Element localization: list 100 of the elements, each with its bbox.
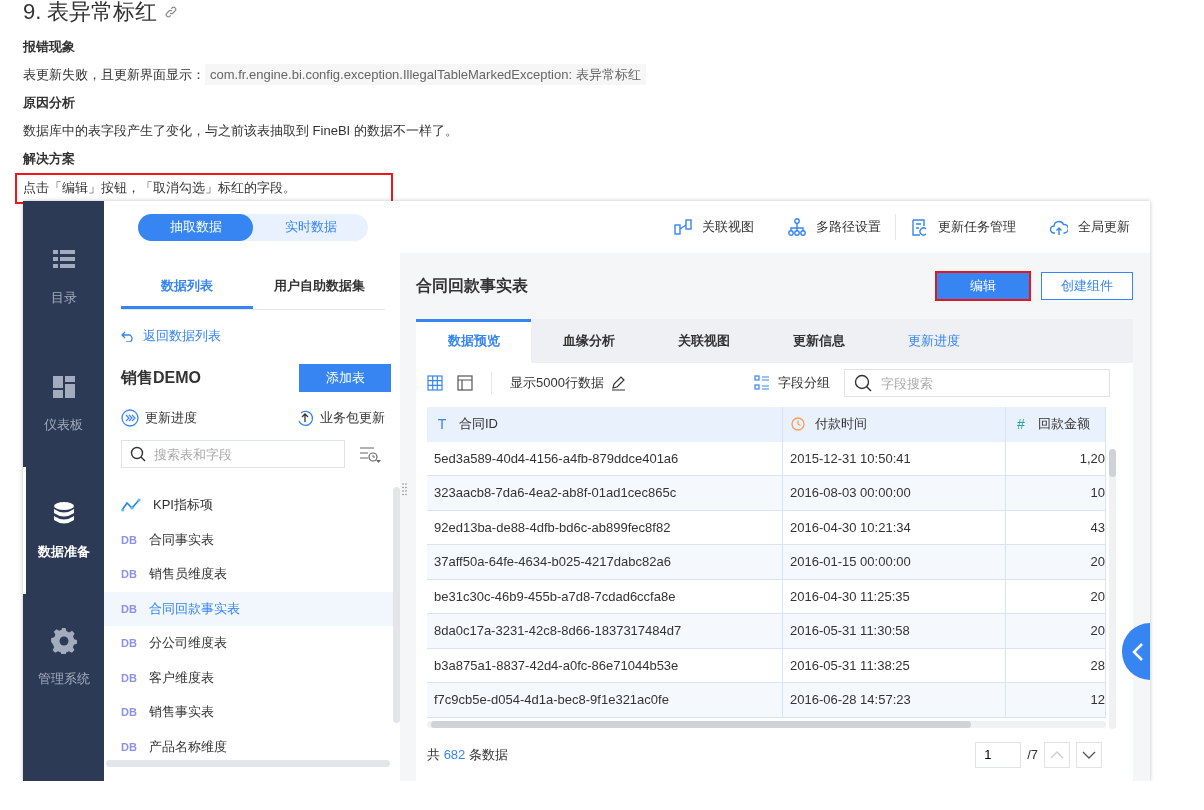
- type-mark: T: [436, 416, 448, 433]
- list-tab[interactable]: 用户自助数据集: [253, 263, 385, 309]
- page-field[interactable]: 1: [975, 741, 1022, 768]
- table-list-item[interactable]: DB 分公司维度表: [104, 626, 393, 661]
- table-name: 客户维度表: [149, 668, 214, 687]
- search-field[interactable]: 搜索表和字段: [121, 440, 345, 468]
- chevron-up-icon: [1050, 749, 1064, 760]
- progress-icon: [121, 409, 139, 427]
- row-limit-button[interactable]: 显示5000行数据: [510, 374, 626, 392]
- search-icon: [130, 446, 146, 462]
- nav-item[interactable]: 数据准备: [23, 467, 104, 594]
- table-list-item[interactable]: DB 产品名称维度: [104, 729, 393, 764]
- table-list-item[interactable]: DB 销售员维度表: [104, 557, 393, 592]
- task-icon: [910, 218, 928, 236]
- package-name: 销售DEMO: [121, 367, 201, 388]
- scrollbar[interactable]: [1109, 449, 1116, 729]
- edit-button[interactable]: 编辑: [936, 272, 1030, 300]
- detail-tab[interactable]: 关联视图: [646, 319, 761, 363]
- field-search-field[interactable]: 字段搜索: [844, 369, 1110, 397]
- column-name: 回款金额: [1038, 415, 1090, 434]
- hierarchy-icon: [788, 218, 806, 236]
- nav-item[interactable]: 仪表板: [23, 340, 104, 467]
- table-cell: 20: [1006, 614, 1106, 649]
- table-list-item[interactable]: DB 销售事实表: [104, 695, 393, 730]
- add-table-button[interactable]: 添加表: [299, 364, 391, 392]
- column-name: 合同ID: [459, 415, 498, 434]
- table-name: 产品名称维度: [149, 737, 227, 756]
- table-type-mark: DB: [121, 533, 137, 546]
- line-chart-icon: [121, 498, 141, 513]
- table-cell: 10: [1006, 476, 1106, 511]
- create-button[interactable]: 创建组件: [1041, 272, 1133, 300]
- column-header[interactable]: # 回款金额: [1006, 407, 1106, 442]
- table-name: 合同回款事实表: [149, 599, 240, 618]
- column-header[interactable]: 付款时间: [783, 407, 1006, 442]
- table-title: 合同回款事实表: [416, 275, 528, 296]
- back-link[interactable]: 返回数据列表: [121, 310, 385, 360]
- table-cell: f7c9cb5e-d054-4d1a-bec8-9f1e321ac0fe: [427, 683, 783, 718]
- toolbar-button[interactable]: 全局更新: [1016, 218, 1130, 236]
- table-name: KPI指标项: [153, 496, 213, 515]
- paragraph: 表更新失败，且更新界面显示：: [23, 66, 205, 84]
- subheading: 原因分析: [23, 94, 75, 112]
- layout-icon[interactable]: [457, 375, 473, 391]
- next-page-button[interactable]: [1076, 741, 1102, 768]
- grid-icon[interactable]: [427, 375, 443, 391]
- list-tab[interactable]: 数据列表: [121, 263, 253, 309]
- table-type-mark: DB: [121, 637, 137, 650]
- table-type-mark: DB: [121, 568, 137, 581]
- subheading: 报错现象: [23, 38, 75, 56]
- table-cell: 323aacb8-7da6-4ea2-ab8f-01ad1cec865c: [427, 476, 783, 511]
- paragraph: 数据库中的表字段产生了变化，与之前该表抽取到 FineBI 的数据不一样了。: [23, 122, 458, 140]
- table-cell: 2016-01-15 00:00:00: [783, 545, 1006, 580]
- column-header[interactable]: T 合同ID: [427, 407, 783, 442]
- record-count: 共 682 条数据: [427, 745, 508, 764]
- scrollbar[interactable]: [106, 759, 390, 767]
- table-cell: 12: [1006, 683, 1106, 718]
- paragraph: 点击「编辑」按钮，「取消勾选」标红的字段。: [23, 179, 296, 197]
- table-name: 销售员维度表: [149, 565, 227, 584]
- previous-page-button[interactable]: [1044, 741, 1070, 768]
- detail-tab[interactable]: 血缘分析: [531, 319, 646, 363]
- toolbar-button[interactable]: 更新任务管理: [895, 214, 1016, 240]
- detail-tab[interactable]: 数据预览: [416, 319, 531, 363]
- type-mark: #: [1016, 416, 1026, 433]
- link-icon[interactable]: [165, 6, 178, 18]
- table-type-mark: DB: [121, 706, 137, 719]
- table-cell: 2016-06-28 14:57:23: [783, 683, 1006, 718]
- table-type-mark: DB: [121, 602, 137, 615]
- page-total: /7: [1027, 747, 1038, 762]
- code-snippet: com.fr.engine.bi.config.exception.IllegalTableMarkedException: 表异常标红: [205, 64, 646, 85]
- settings-icon: [50, 627, 77, 654]
- table-list-item[interactable]: DB 合同回款事实表: [104, 591, 393, 626]
- table-list-item[interactable]: KPI指标项: [104, 488, 393, 523]
- table-name: 合同事实表: [149, 530, 214, 549]
- column-name: 付款时间: [815, 415, 867, 434]
- clock-icon: [791, 417, 805, 432]
- return-icon: [121, 330, 135, 342]
- pencil-icon: [609, 375, 626, 391]
- table-cell: 37aff50a-64fe-4634-b025-4217dabc82a6: [427, 545, 783, 580]
- field-group-button[interactable]: 字段分组: [754, 374, 830, 392]
- filter-icon[interactable]: [359, 445, 381, 463]
- subheading: 解决方案: [23, 150, 75, 168]
- nav-item[interactable]: 管理系统: [23, 594, 104, 721]
- toolbar-button[interactable]: 关联视图: [640, 218, 754, 236]
- nav-item[interactable]: 目录: [23, 213, 104, 340]
- table-name: 销售事实表: [149, 703, 214, 722]
- section-heading: 9. 表异常标红: [23, 0, 158, 24]
- table-name: 分公司维度表: [149, 634, 227, 653]
- scrollbar[interactable]: [427, 720, 1106, 728]
- table-type-mark: DB: [121, 740, 137, 753]
- action-link[interactable]: 业务包更新: [296, 409, 385, 427]
- cloud-icon: [1050, 218, 1068, 236]
- table-list-item[interactable]: DB 合同事实表: [104, 522, 393, 557]
- relation-icon: [674, 218, 692, 236]
- toolbar-button[interactable]: 多路径设置: [754, 218, 881, 236]
- table-list-item[interactable]: DB 客户维度表: [104, 660, 393, 695]
- scrollbar[interactable]: [393, 487, 400, 723]
- action-link[interactable]: 更新进度: [121, 409, 197, 427]
- mode-option[interactable]: 抽取数据: [138, 213, 253, 241]
- chevron-left-icon: [1132, 641, 1144, 662]
- drag-handle-icon[interactable]: [402, 483, 407, 497]
- detail-tab[interactable]: 更新信息: [761, 319, 876, 363]
